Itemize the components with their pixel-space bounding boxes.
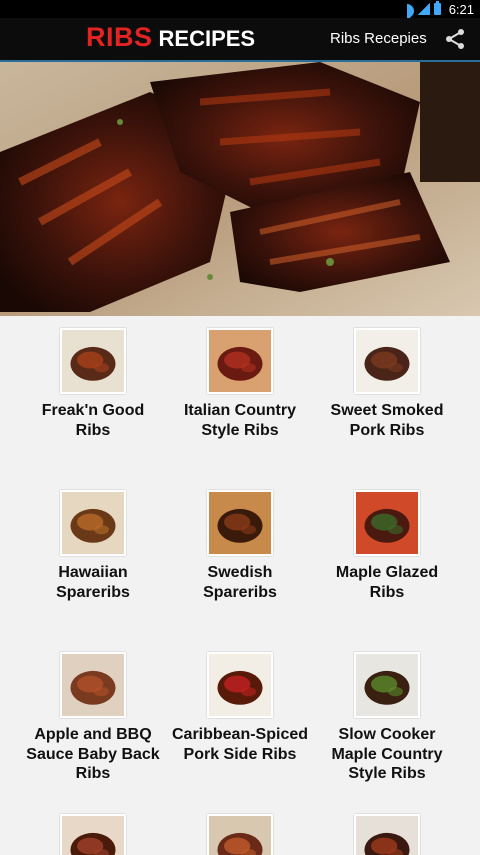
recipe-name: Maple Glazed Ribs (335, 564, 439, 601)
recipe-thumbnail (207, 490, 273, 556)
battery-icon (433, 1, 441, 15)
recipe-thumbnail (354, 652, 420, 718)
recipe-card[interactable] (160, 814, 320, 855)
recipe-grid: Freak'n Good Ribs Italian Country Style R… (0, 316, 480, 855)
clock: 6:21 (448, 1, 474, 17)
action-bar: RIBS RECIPES Ribs Recepies (0, 18, 480, 60)
recipe-thumbnail (207, 814, 273, 855)
recipe-thumbnail (207, 328, 273, 394)
recipe-thumbnail (60, 814, 126, 855)
recipe-card[interactable]: Caribbean-Spiced Pork Side Ribs (160, 652, 320, 764)
recipe-thumbnail (60, 490, 126, 556)
recipe-card[interactable]: Apple and BBQ Sauce Baby Back Ribs (13, 652, 173, 784)
recipe-thumbnail (60, 652, 126, 718)
recipe-card[interactable]: Maple Glazed Ribs (307, 490, 467, 602)
recipe-name: Caribbean-Spiced Pork Side Ribs (171, 726, 309, 763)
hero-ribs-image (0, 62, 480, 316)
app-title: RIBS RECIPES (86, 22, 255, 53)
recipe-thumbnail (207, 652, 273, 718)
recipe-name: Italian Country Style Ribs (183, 402, 296, 439)
recipe-thumbnail (60, 328, 126, 394)
wifi-icon (400, 4, 414, 15)
signal-icon (417, 3, 430, 15)
recipe-name: Slow Cooker Maple Country Style Ribs (331, 726, 443, 782)
app-title-rest: RECIPES (158, 26, 256, 51)
menu-item-ribs-recepies[interactable]: Ribs Recepies (330, 30, 427, 47)
recipe-name: Hawaiian Spareribs (56, 564, 130, 601)
recipe-name: Apple and BBQ Sauce Baby Back Ribs (26, 726, 160, 782)
recipe-name: Sweet Smoked Pork Ribs (330, 402, 444, 439)
recipe-name: Freak'n Good Ribs (41, 402, 145, 439)
recipe-card[interactable]: Italian Country Style Ribs (160, 328, 320, 440)
recipe-name: Swedish Spareribs (203, 564, 277, 601)
recipe-card[interactable] (13, 814, 173, 855)
share-icon[interactable] (444, 28, 466, 50)
recipe-card[interactable]: Sweet Smoked Pork Ribs (307, 328, 467, 440)
recipe-thumbnail (354, 490, 420, 556)
status-bar: 6:21 (0, 0, 480, 18)
recipe-thumbnail (354, 814, 420, 855)
recipe-card[interactable]: Slow Cooker Maple Country Style Ribs (307, 652, 467, 784)
recipe-card[interactable] (307, 814, 467, 855)
app-title-highlight: RIBS (86, 22, 153, 52)
recipe-card[interactable]: Swedish Spareribs (160, 490, 320, 602)
recipe-card[interactable]: Hawaiian Spareribs (13, 490, 173, 602)
recipe-card[interactable]: Freak'n Good Ribs (13, 328, 173, 440)
recipe-thumbnail (354, 328, 420, 394)
